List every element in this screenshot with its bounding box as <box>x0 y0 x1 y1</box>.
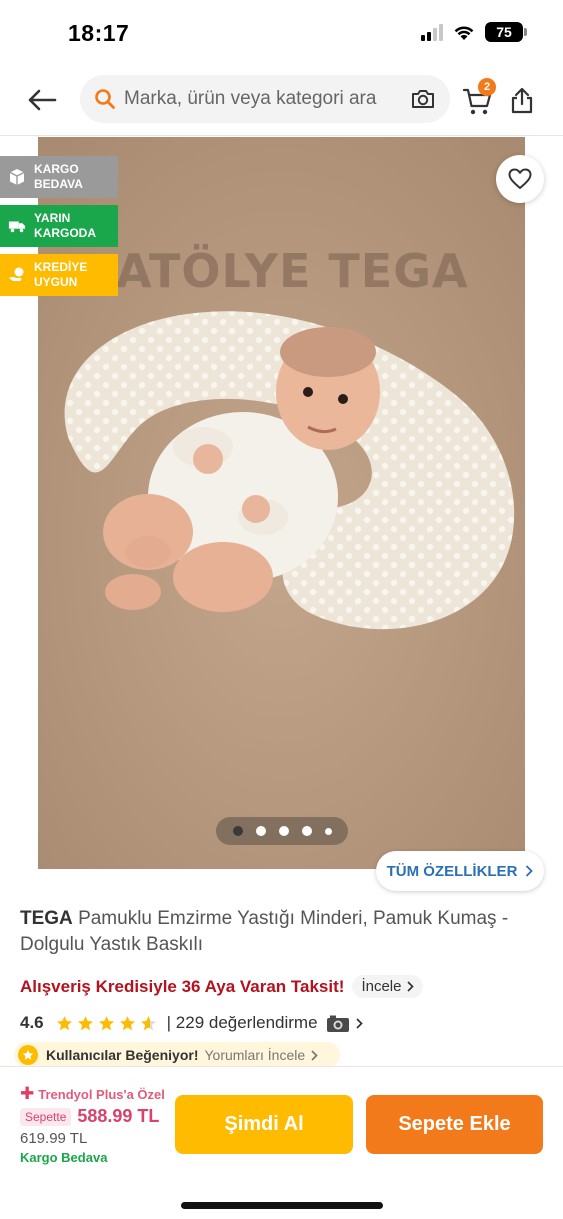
users-like-banner[interactable]: Kullanıcılar Beğeniyor! Yorumları İncele <box>14 1042 340 1068</box>
status-bar: 18:17 75 <box>0 0 563 64</box>
search-icon <box>95 89 115 109</box>
users-like-label: Kullanıcılar Beğeniyor! <box>46 1047 199 1063</box>
search-input[interactable]: Marka, ürün veya kategori ara <box>80 75 450 123</box>
heart-icon <box>508 168 532 189</box>
chevron-right-icon <box>526 865 534 877</box>
star-icon <box>98 1015 114 1030</box>
discounted-price: 588.99 TL <box>77 1106 160 1126</box>
star-badge-icon <box>18 1045 38 1065</box>
credit-banner: Alışveriş Kredisiyle 36 Aya Varan Taksit… <box>20 975 424 998</box>
favorite-button[interactable] <box>496 155 544 203</box>
status-time: 18:17 <box>68 20 130 46</box>
home-indicator <box>181 1202 383 1209</box>
box-icon <box>8 168 26 186</box>
credit-details-label: İncele <box>361 978 402 995</box>
back-button[interactable] <box>22 80 62 120</box>
pagination-dot[interactable] <box>232 826 243 836</box>
pagination-dot[interactable] <box>324 827 332 835</box>
chevron-right-icon <box>355 1017 363 1029</box>
plus-icon: ✚ <box>20 1084 35 1103</box>
plus-exclusive-text: Trendyol Plus'a Özel <box>38 1086 165 1102</box>
free-shipping-label: Kargo Bedava <box>20 1150 108 1165</box>
rating-score: 4.6 <box>20 1013 44 1032</box>
product-title: TEGA Pamuklu Emzirme Yastığı Minderi, Pa… <box>20 906 550 958</box>
buy-now-button[interactable]: Şimdi Al <box>175 1095 353 1154</box>
wifi-icon <box>454 25 474 40</box>
purchase-bar: ✚ Trendyol Plus'a Özel Sepette 588.99 TL… <box>0 1066 563 1219</box>
back-arrow-icon <box>28 89 57 111</box>
badge-tomorrow-shipping: YARIN KARGODA <box>0 205 118 247</box>
share-icon <box>511 87 533 114</box>
image-pagination[interactable] <box>216 817 348 845</box>
photo-review-icon <box>326 1015 349 1032</box>
credit-details-button[interactable]: İncele <box>352 975 424 998</box>
view-reviews-link[interactable]: Yorumları İncele <box>204 1047 305 1063</box>
truck-icon <box>8 217 26 235</box>
star-icon <box>119 1015 135 1030</box>
pagination-dot[interactable] <box>255 826 266 836</box>
coins-icon <box>8 266 26 284</box>
cart-button[interactable]: 2 <box>460 78 500 120</box>
share-button[interactable] <box>502 80 542 120</box>
plus-exclusive-label: ✚ Trendyol Plus'a Özel <box>20 1084 165 1104</box>
badge-free-shipping: KARGO BEDAVA <box>0 156 118 198</box>
header-divider <box>0 135 563 136</box>
half-star-icon <box>140 1015 156 1030</box>
chevron-right-icon <box>407 981 415 992</box>
rating-row[interactable]: 4.6 | 229 değerlendirme <box>20 1013 363 1033</box>
in-cart-tag: Sepette <box>20 1107 72 1126</box>
top-navigation: Marka, ürün veya kategori ara 2 <box>0 72 563 128</box>
pagination-dot[interactable] <box>301 826 312 836</box>
star-icon <box>77 1015 93 1030</box>
star-icon <box>56 1015 72 1030</box>
badge-label: KARGO BEDAVA <box>34 162 83 191</box>
badge-credit-available: KREDİYE UYGUN <box>0 254 118 296</box>
battery-indicator: 75 <box>485 22 527 42</box>
signal-icon <box>421 23 443 41</box>
product-name: Pamuklu Emzirme Yastığı Minderi, Pamuk K… <box>20 908 509 955</box>
original-price: 619.99 TL <box>20 1130 88 1147</box>
all-features-button[interactable]: TÜM ÖZELLİKLER <box>376 851 544 891</box>
badge-label: YARIN KARGODA <box>34 211 96 240</box>
cart-count-badge: 2 <box>478 78 496 96</box>
review-count[interactable]: | 229 değerlendirme <box>167 1013 318 1033</box>
pagination-dot[interactable] <box>278 826 289 836</box>
all-features-label: TÜM ÖZELLİKLER <box>386 862 518 880</box>
badge-label: KREDİYE UYGUN <box>34 260 88 289</box>
camera-search-icon[interactable] <box>410 87 436 111</box>
product-brand[interactable]: TEGA <box>20 908 73 929</box>
product-badges: KARGO BEDAVA YARIN KARGODA KREDİYE UYGUN <box>0 156 118 303</box>
status-icons: 75 <box>421 22 527 42</box>
add-to-cart-button[interactable]: Sepete Ekle <box>366 1095 543 1154</box>
chevron-right-icon <box>311 1049 318 1061</box>
rating-stars <box>56 1015 157 1032</box>
credit-text: Alışveriş Kredisiyle 36 Aya Varan Taksit… <box>20 976 345 996</box>
image-watermark: ATÖLYE TEGA <box>116 244 469 298</box>
search-placeholder: Marka, ürün veya kategori ara <box>124 88 377 109</box>
price-line: Sepette 588.99 TL <box>20 1106 159 1127</box>
